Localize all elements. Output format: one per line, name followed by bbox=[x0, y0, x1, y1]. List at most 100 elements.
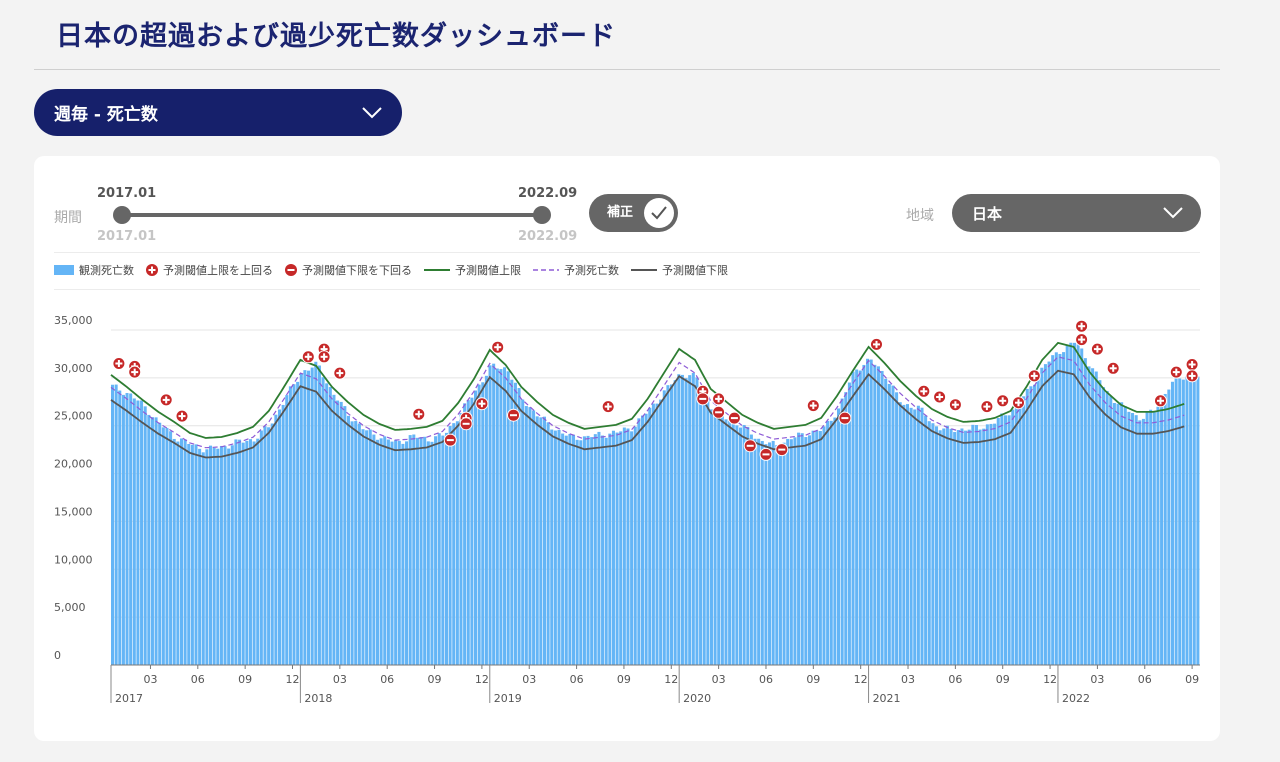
x-tick-label: 03 bbox=[712, 673, 726, 686]
observed-bar bbox=[818, 431, 822, 665]
minus-circle-icon bbox=[285, 264, 297, 276]
observed-bar bbox=[811, 430, 815, 665]
observed-bar bbox=[945, 425, 949, 665]
observed-bar bbox=[771, 440, 775, 665]
observed-bar bbox=[248, 439, 252, 665]
observed-bar bbox=[735, 425, 739, 665]
x-tick-label: 12 bbox=[664, 673, 678, 686]
above-threshold-marker bbox=[301, 350, 315, 364]
marker-bar bbox=[1175, 368, 1178, 376]
legend-expected[interactable]: 予測死亡数 bbox=[533, 262, 619, 278]
observed-bar bbox=[622, 427, 626, 665]
observed-bar bbox=[953, 432, 957, 665]
observed-bar bbox=[837, 408, 841, 665]
observed-bar bbox=[568, 433, 572, 665]
observed-bar bbox=[855, 369, 859, 665]
y-tick-label: 20,000 bbox=[54, 458, 93, 471]
observed-bar bbox=[640, 415, 645, 665]
observed-bar bbox=[1141, 418, 1145, 665]
weekly-deaths-chart: 0 5,000 10,000 15,000 20,000 25,000 30,000 35,0… bbox=[54, 314, 1200, 705]
observed-bar bbox=[655, 403, 659, 665]
observed-bar bbox=[277, 409, 282, 665]
observed-bar bbox=[441, 435, 445, 665]
observed-bar bbox=[695, 377, 699, 665]
observed-bar bbox=[368, 429, 372, 665]
observed-bar bbox=[724, 419, 728, 665]
observed-bar bbox=[866, 358, 870, 665]
observed-bar bbox=[1054, 352, 1058, 665]
chevron-down-icon bbox=[362, 106, 382, 118]
period-end-handle[interactable] bbox=[533, 206, 551, 224]
x-tick-label: 03 bbox=[522, 673, 536, 686]
marker-bar bbox=[1159, 397, 1162, 405]
observed-bar bbox=[884, 378, 888, 665]
observed-bar bbox=[187, 443, 191, 665]
x-tick-label: 06 bbox=[570, 673, 584, 686]
x-tick-label: 09 bbox=[428, 673, 442, 686]
above-threshold-marker bbox=[175, 409, 189, 423]
observed-bar bbox=[822, 426, 826, 665]
observed-bar bbox=[292, 384, 296, 665]
observed-bar bbox=[325, 383, 329, 665]
observed-bar bbox=[651, 403, 655, 665]
legend-observed[interactable]: 観測死亡数 bbox=[54, 262, 134, 278]
legend-upper[interactable]: 予測閾値上限 bbox=[424, 262, 521, 278]
observed-bar bbox=[550, 429, 554, 665]
observed-bar bbox=[1011, 409, 1015, 665]
marker-bar bbox=[954, 401, 957, 409]
year-label: 2017 bbox=[115, 692, 143, 705]
observed-bar bbox=[862, 364, 866, 665]
observed-bar bbox=[887, 383, 891, 665]
marker-bar bbox=[985, 403, 988, 411]
solid-line-icon bbox=[631, 269, 657, 271]
observed-bar bbox=[513, 382, 517, 665]
observed-bar bbox=[960, 428, 964, 665]
metric-select[interactable]: 週毎 - 死亡数 bbox=[34, 89, 402, 136]
observed-bar bbox=[1069, 342, 1073, 665]
period-start-handle[interactable] bbox=[113, 206, 131, 224]
observed-bar bbox=[1051, 355, 1055, 665]
observed-bar bbox=[604, 437, 608, 665]
y-tick-label: 30,000 bbox=[54, 362, 93, 375]
below-threshold-marker bbox=[838, 411, 852, 425]
legend-above[interactable]: 予測閾値上限を上回る bbox=[146, 262, 273, 278]
observed-bar bbox=[764, 444, 768, 665]
observed-bar bbox=[670, 384, 674, 665]
marker-bar bbox=[1191, 361, 1194, 368]
observed-bar bbox=[949, 428, 953, 665]
observed-bar bbox=[419, 437, 423, 665]
observed-bar bbox=[238, 439, 242, 665]
observed-bar bbox=[1170, 381, 1174, 665]
region-select[interactable]: 日本 bbox=[952, 194, 1201, 232]
observed-bar bbox=[1123, 406, 1127, 665]
y-tick-label: 25,000 bbox=[54, 410, 93, 423]
observed-bar bbox=[481, 382, 485, 665]
above-threshold-marker bbox=[128, 365, 142, 379]
plus-circle-icon bbox=[146, 264, 158, 276]
observed-bar bbox=[746, 426, 750, 665]
above-threshold-marker bbox=[1012, 396, 1025, 410]
dashed-line-icon bbox=[533, 269, 559, 271]
observed-bar bbox=[793, 437, 797, 665]
page-title: 日本の超過および過少死亡数ダッシュボード bbox=[56, 21, 616, 52]
observed-bar bbox=[118, 390, 122, 665]
adjust-toggle[interactable]: 補正 bbox=[589, 194, 678, 232]
marker-bar bbox=[446, 439, 454, 442]
observed-bar bbox=[858, 370, 862, 665]
observed-bar bbox=[510, 379, 514, 665]
observed-bar bbox=[459, 412, 463, 665]
observed-bar bbox=[1025, 388, 1029, 665]
marker-bar bbox=[1080, 336, 1083, 344]
observed-bar bbox=[379, 438, 383, 665]
observed-bar bbox=[996, 417, 1000, 665]
observed-bar bbox=[1033, 384, 1037, 665]
observed-bar bbox=[1094, 371, 1098, 665]
legend-below[interactable]: 予測閾値下限を下回る bbox=[285, 262, 412, 278]
legend-lower[interactable]: 予測閾値下限 bbox=[631, 262, 728, 278]
period-end-value: 2022.09 bbox=[518, 186, 578, 201]
observed-bar bbox=[198, 448, 202, 665]
marker-bar bbox=[1001, 397, 1004, 405]
period-slider-track[interactable] bbox=[122, 213, 542, 217]
below-threshold-marker bbox=[459, 417, 473, 431]
observed-bar bbox=[1112, 403, 1116, 665]
